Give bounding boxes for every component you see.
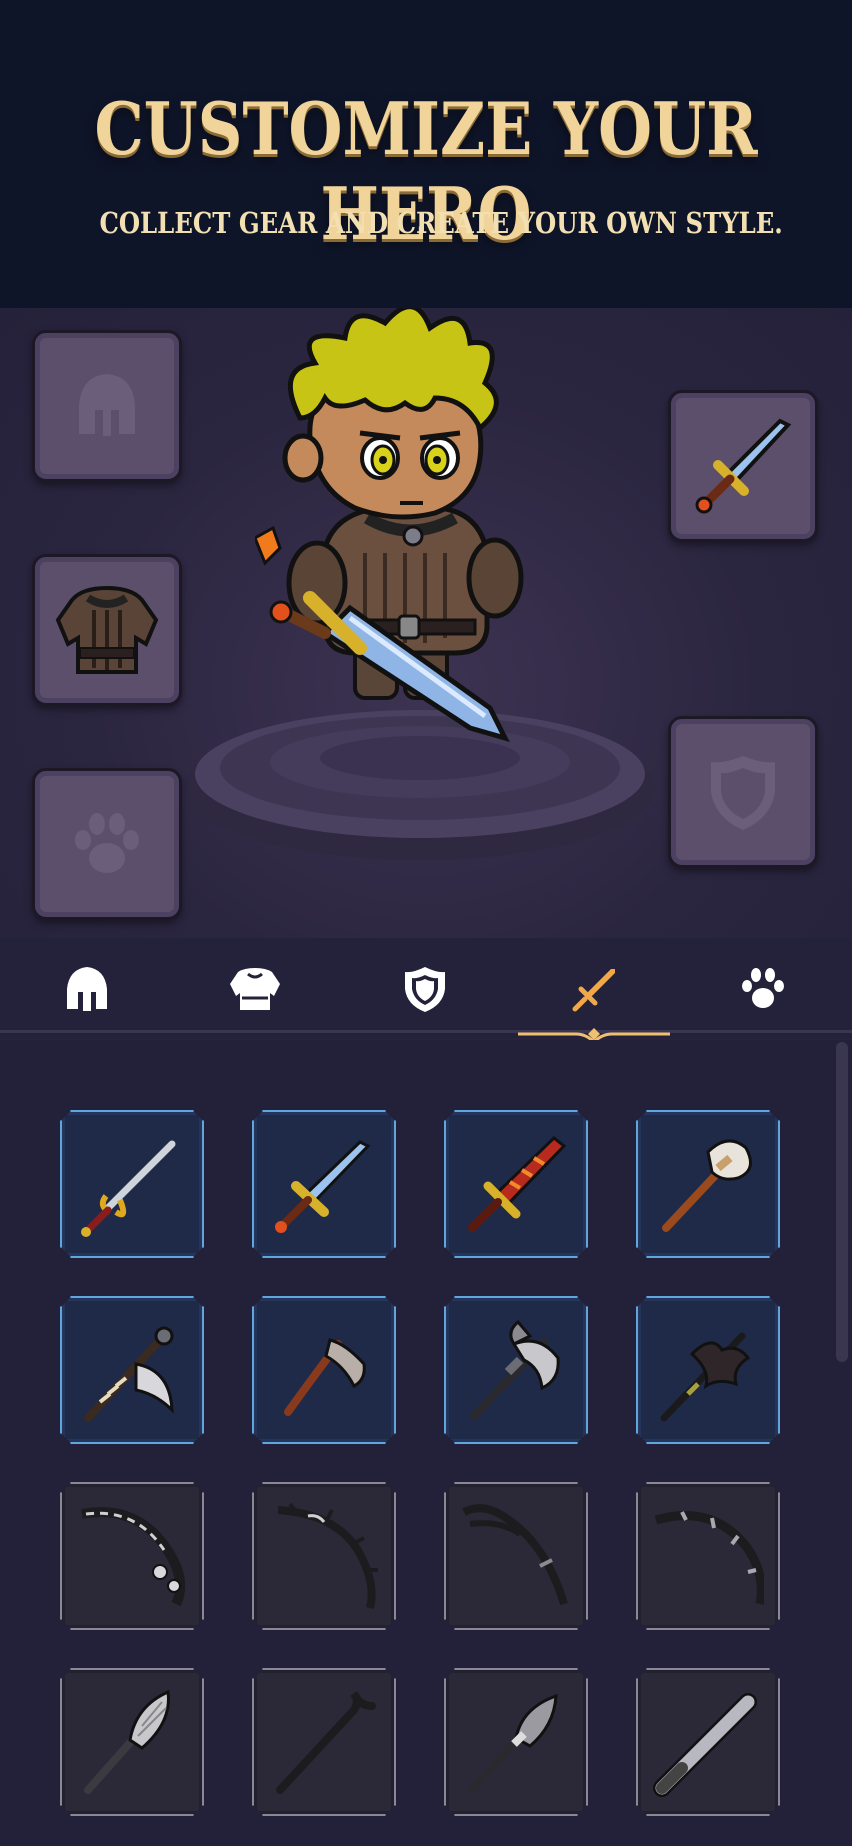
inventory-item-old-broom[interactable] (435, 1659, 597, 1825)
golden-rapier-icon (81, 1140, 176, 1237)
tab-helmet[interactable] (52, 954, 122, 1024)
inventory-item-thorn-bow[interactable] (243, 1473, 405, 1639)
header: CUSTOMIZE YOUR HERO COLLECT GEAR AND CRE… (0, 0, 852, 308)
old-broom-icon (468, 1693, 558, 1794)
inventory-item-crowbar[interactable] (243, 1659, 405, 1825)
hatchet-icon (284, 1338, 366, 1416)
inventory-item-crystal-sword[interactable] (243, 1101, 405, 1267)
inventory-item-black-recurve-bow[interactable] (435, 1473, 597, 1639)
crowbar-icon (276, 1691, 376, 1794)
broom-icon (84, 1689, 170, 1794)
tab-weapon[interactable] (560, 954, 630, 1024)
helmet-slot[interactable] (32, 330, 182, 482)
tab-divider (0, 1030, 852, 1033)
helmet-icon (67, 967, 107, 1011)
category-tabs (0, 938, 852, 1038)
armor-slot[interactable] (32, 554, 182, 706)
weapon-slot[interactable] (668, 390, 818, 542)
armor-icon (230, 968, 280, 1010)
iron-bow-icon (654, 1511, 764, 1605)
inventory-item-flame-sword[interactable] (435, 1101, 597, 1267)
stone-hammer-icon (662, 1139, 752, 1232)
crystal-sword-icon (695, 418, 792, 514)
tab-pet[interactable] (728, 954, 798, 1024)
inventory-item-double-battle-axe[interactable] (435, 1287, 597, 1453)
inventory-item-golden-rapier[interactable] (51, 1101, 213, 1267)
double-battle-axe-icon (470, 1319, 560, 1420)
inventory-item-stone-hammer[interactable] (627, 1101, 789, 1267)
inventory-item-iron-bow[interactable] (627, 1473, 789, 1639)
hero-character[interactable] (255, 308, 585, 808)
shield-slot[interactable] (668, 716, 818, 868)
hero-stage (0, 308, 852, 938)
crystal-sword-icon (275, 1140, 371, 1233)
flame-sword-icon (468, 1136, 567, 1232)
thorn-bow-icon (277, 1502, 378, 1609)
paw-icon (75, 813, 139, 873)
black-recurve-bow-icon (462, 1504, 568, 1606)
spiked-war-axe-icon (84, 1326, 174, 1422)
tab-armor[interactable] (220, 954, 290, 1024)
inventory-item-ornate-bow[interactable] (51, 1473, 213, 1639)
baseball-bat-icon (653, 1693, 757, 1797)
page-subtitle: COLLECT GEAR AND CREATE YOUR OWN STYLE. (99, 206, 783, 240)
shield-icon (711, 756, 775, 830)
inventory-item-baseball-bat[interactable] (627, 1659, 789, 1825)
inventory-item-hatchet[interactable] (243, 1287, 405, 1453)
ornate-bow-icon (81, 1507, 186, 1607)
chest-armor-icon (55, 585, 159, 674)
tab-shield[interactable] (390, 954, 460, 1024)
shield-icon (405, 967, 445, 1012)
inventory-item-dark-halberd[interactable] (627, 1287, 789, 1453)
dark-halberd-icon (660, 1332, 751, 1422)
helmet-icon (79, 374, 135, 436)
scrollbar[interactable] (836, 1042, 848, 1362)
inventory-item-spiked-war-axe[interactable] (51, 1287, 213, 1453)
pet-slot[interactable] (32, 768, 182, 920)
paw-icon (742, 968, 784, 1008)
sword-icon (572, 969, 615, 1012)
inventory-item-broom[interactable] (51, 1659, 213, 1825)
